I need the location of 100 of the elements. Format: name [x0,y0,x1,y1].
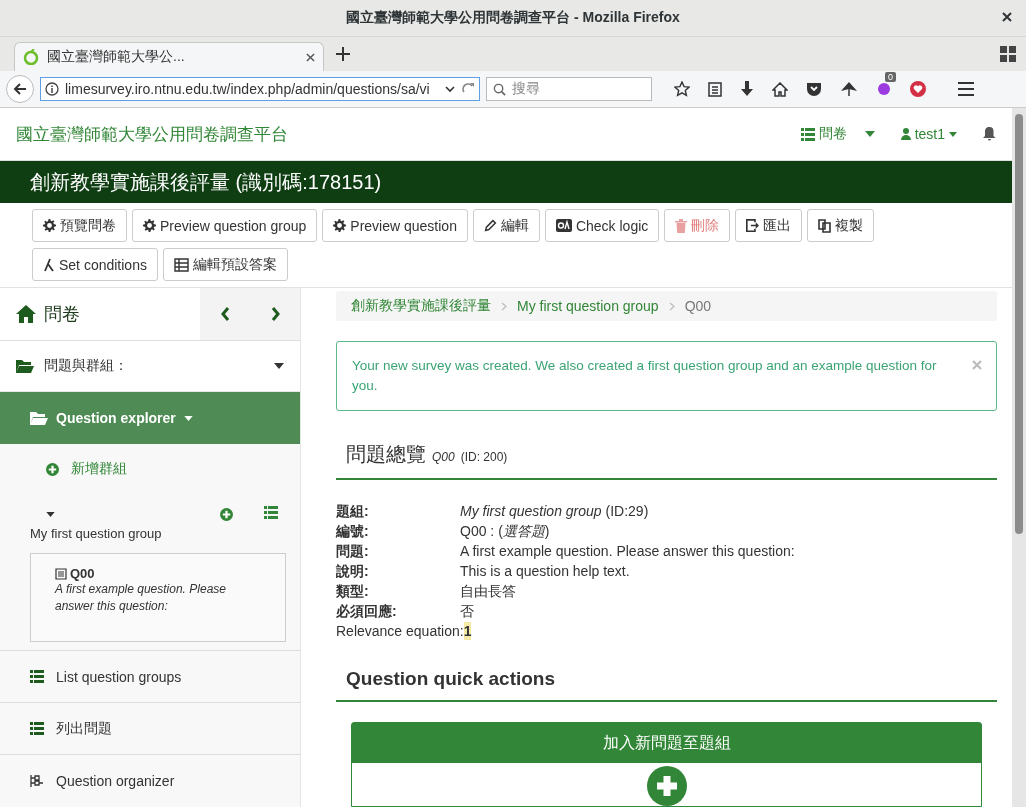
toolbar-button[interactable]: Preview question group [132,209,318,242]
tree-icon [30,773,44,788]
chevron-right-icon [668,301,675,311]
sidebar-item[interactable]: Question explorer [0,392,300,444]
caret-icon [949,131,957,137]
field-value: This is a question help text. [460,562,631,580]
scrollbar[interactable] [1012,108,1026,807]
pocket-icon[interactable] [806,81,822,97]
chevron-left-icon [220,307,230,321]
field-label: 類型: [336,582,370,600]
toolbar-button[interactable]: 編輯 [472,209,540,242]
group-name[interactable]: My first question group [30,522,286,541]
close-icon[interactable] [306,52,315,62]
list-icon [30,722,44,735]
toolbar-button[interactable]: Set conditions [32,248,158,281]
toolbar-button[interactable]: 編輯預設答案 [162,248,288,281]
toolbar-button[interactable]: 複製 [807,209,875,242]
back-arrow-icon [13,82,27,96]
close-icon [972,360,982,370]
expand-button[interactable] [270,307,280,321]
field-label: 題組: [336,502,370,520]
field-label: 問題: [336,542,370,560]
list-icon [30,670,44,683]
search-field[interactable]: 搜尋 [486,77,652,101]
question-card[interactable]: Q00 A first example question. Please answer this question: [30,553,286,642]
question-icon [55,567,67,580]
question-text: A first example question. Please answer this question: [55,581,227,615]
trash-icon [675,218,688,233]
breadcrumb-link[interactable]: 創新教學實施課後評量 [351,297,491,315]
chevron-right-icon [270,307,280,321]
section-heading: Question quick actions [336,668,997,702]
bell-icon[interactable] [983,127,996,141]
folder-icon [16,359,34,373]
pencil-icon [483,219,497,232]
qa-icon [555,219,572,232]
notification-badge: 0 [885,71,896,82]
sidebar-link[interactable]: List question groups [0,650,300,702]
toolbar-button[interactable]: 匯出 [735,209,803,242]
reader-icon[interactable] [708,81,722,97]
chevron-right-icon [501,301,507,311]
grid-icon[interactable] [1000,46,1016,62]
add-question-icon[interactable] [220,507,233,521]
add-icon[interactable] [646,766,687,806]
alert-message: Your new survey was created. We also created a first question group and an example question for you. [352,358,937,393]
field-label: 編號: [336,522,370,540]
breadcrumb-current: Q00 [684,298,712,314]
caret-icon [274,363,284,369]
field-value: Q00 : (選答題) [460,522,551,540]
plus-circle-icon [46,462,59,476]
list-icon [800,127,815,141]
field-label: 必須回應: [336,602,398,620]
survey-title: 創新教學實施課後評量 (識別碼:178151) [30,169,382,195]
menu-icon[interactable] [958,82,974,96]
sidebar-link[interactable]: Question organizer [0,754,300,806]
extension-icon[interactable] [876,80,892,95]
question-id: (ID: 200) [460,450,508,464]
download-icon[interactable] [740,81,754,97]
dropdown-icon[interactable] [445,85,455,93]
field-value: 1 [463,622,472,640]
field-value: My first question group (ID:29) [460,502,650,520]
star-icon[interactable] [674,81,690,97]
add-group-link[interactable]: 新增群組 [0,444,300,494]
sidebar-section[interactable]: 問題與群組： [0,341,300,392]
site-brand[interactable]: 國立臺灣師範大學公用問卷調查平台 [16,122,801,146]
field-label: 說明: [336,562,370,580]
home-icon [16,305,36,323]
toolbar-button[interactable]: 預覽問卷 [32,209,127,242]
sidebar-title[interactable]: 問卷 [44,302,80,326]
table-icon [173,257,189,272]
gear-icon [143,219,156,232]
gear-icon [43,219,56,232]
gear-icon [333,219,347,232]
browser-tab[interactable]: 國立臺灣師範大學公... [14,42,324,71]
folder-icon [30,411,48,425]
collapse-button[interactable] [220,307,230,321]
field-value: 自由長答 [460,582,517,600]
plus-icon [336,46,350,61]
toolbar-button[interactable]: Check logic [544,209,660,242]
field-label: Relevance equation: [336,622,464,640]
caret-icon [183,415,193,421]
url-field[interactable]: limesurvey.iro.ntnu.edu.tw/index.php/admin/questions/sa/vi [40,77,480,101]
sidebar-link[interactable]: 列出問題 [0,702,300,754]
fork-icon [43,257,55,272]
panel-title: 加入新問題至題組 [602,732,731,753]
question-code: Q00 [432,450,455,464]
survey-menu-button[interactable]: 問卷 [800,125,875,143]
field-value: 否 [460,602,475,620]
caret-icon[interactable] [46,511,55,517]
back-button[interactable] [6,75,34,103]
export-icon [746,219,760,232]
toolbar-button[interactable]: Preview question [322,209,468,242]
lime-icon [23,49,39,65]
copy-icon [818,218,832,233]
breadcrumb-link[interactable]: My first question group [517,298,659,314]
question-code: Q00 [70,566,95,581]
info-icon [45,82,59,96]
caret-icon [864,131,875,137]
home-icon[interactable] [772,81,788,97]
user-menu-button[interactable]: test1 [900,126,957,142]
list-icon [264,506,278,519]
